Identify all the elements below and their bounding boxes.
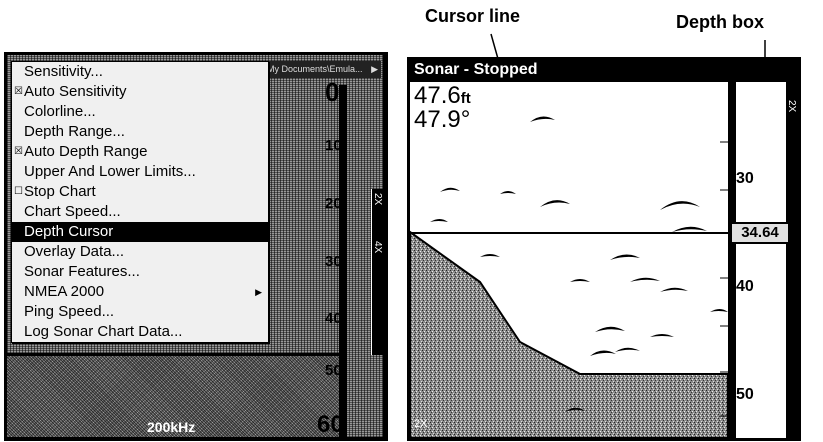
menu-item-overlay-data[interactable]: Overlay Data...	[12, 242, 268, 262]
zoom-bar[interactable]: 2X 4X	[371, 189, 383, 355]
checked-box-icon[interactable]: ☒	[14, 142, 23, 162]
window-title-fragment: My Documents\Emula... ▶	[267, 61, 381, 78]
menu-item-auto-depth-range[interactable]: ☒ Auto Depth Range	[12, 142, 268, 162]
menu-item-colorline[interactable]: Colorline...	[12, 102, 268, 122]
depth-label-60: 60	[317, 411, 344, 437]
zoom-corner-label: 2X	[414, 418, 428, 430]
menu-item-auto-sensitivity[interactable]: ☒ Auto Sensitivity	[12, 82, 268, 102]
depth-label-30: 30	[736, 170, 754, 187]
zoom-label-4x: 4X	[372, 241, 383, 254]
menu-item-sensitivity[interactable]: Sensitivity...	[12, 62, 268, 82]
sonar-echo-display	[410, 82, 736, 438]
title-arrow-icon: ▶	[371, 64, 378, 74]
menu-item-chart-speed[interactable]: Chart Speed...	[12, 202, 268, 222]
menu-item-depth-cursor[interactable]: Depth Cursor	[12, 222, 268, 242]
checked-box-icon[interactable]: ☒	[14, 82, 23, 102]
sonar-menu: Sensitivity... ☒ Auto Sensitivity Colorli…	[11, 61, 269, 343]
depth-label-0: 0	[325, 77, 340, 107]
depth-label-50: 50	[736, 386, 754, 403]
menu-item-log-sonar-chart-data[interactable]: Log Sonar Chart Data...	[12, 322, 268, 342]
menu-item-depth-range[interactable]: Depth Range...	[12, 122, 268, 142]
zoom-bar[interactable]: 2X	[786, 82, 798, 438]
sonar-screen-right: Sonar - Stopped 30 40 50 2X 47.6ft 47.9°…	[407, 57, 801, 441]
sonar-chart-right[interactable]: 30 40 50 2X 47.6ft 47.9° 34.64 2X	[410, 82, 798, 438]
depth-label-40: 40	[736, 278, 754, 295]
temperature-readout: 47.9°	[414, 106, 471, 133]
menu-item-sonar-features[interactable]: Sonar Features...	[12, 262, 268, 282]
cursor-line-annotation: Cursor line	[425, 6, 521, 26]
depth-label-50: 50	[325, 362, 342, 379]
menu-item-ping-speed[interactable]: Ping Speed...	[12, 302, 268, 322]
depth-cursor-box: 34.64	[730, 222, 790, 244]
bottom-line	[7, 353, 347, 356]
depth-label-10: 10	[325, 137, 342, 154]
depth-box-annotation: Depth box	[676, 12, 764, 32]
frequency-label: 200kHz	[147, 419, 196, 435]
screen-title-bar: Sonar - Stopped	[410, 60, 798, 80]
menu-item-stop-chart[interactable]: ☐ Stop Chart	[12, 182, 268, 202]
zoom-label-2x: 2X	[786, 100, 797, 113]
unchecked-box-icon[interactable]: ☐	[14, 182, 23, 202]
depth-label-30: 30	[325, 253, 342, 270]
depth-label-40: 40	[325, 310, 342, 327]
sonar-screen-left: 0 10 20 30 40 50 60 2X 4X 200kHz My Docu…	[4, 52, 388, 441]
zoom-label-2x: 2X	[372, 193, 383, 206]
menu-item-upper-lower-limits[interactable]: Upper And Lower Limits...	[12, 162, 268, 182]
submenu-arrow-icon: ▶	[255, 287, 262, 297]
menu-item-nmea-2000[interactable]: NMEA 2000 ▶	[12, 282, 268, 302]
depth-label-20: 20	[325, 195, 342, 212]
